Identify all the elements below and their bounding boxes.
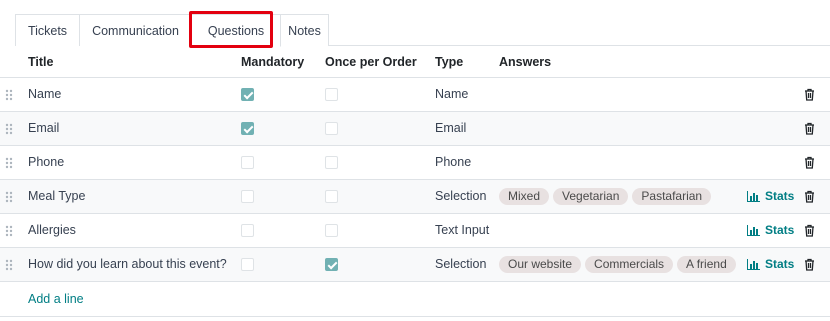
question-type[interactable]: Selection	[435, 248, 486, 281]
trash-icon[interactable]	[804, 88, 815, 101]
mandatory-checkbox[interactable]	[241, 224, 254, 237]
drag-handle-icon[interactable]	[5, 248, 17, 271]
answer-tag[interactable]: Our website	[499, 256, 582, 273]
tab-notes[interactable]: Notes	[281, 14, 329, 46]
once-per-order-checkbox[interactable]	[325, 122, 338, 135]
trash-icon[interactable]	[804, 258, 815, 271]
stats-label: Stats	[765, 257, 795, 271]
bar-chart-icon	[747, 225, 760, 236]
table-row[interactable]: Allergies Text Input Stats	[0, 214, 830, 248]
tab-tickets[interactable]: Tickets	[15, 14, 80, 46]
table-header: Title Mandatory Once per Order Type Answ…	[0, 46, 830, 78]
mandatory-checkbox[interactable]	[241, 190, 254, 203]
drag-handle-icon[interactable]	[5, 214, 17, 237]
answers-tags[interactable]: Our website Commercials A friend	[499, 256, 740, 273]
question-title[interactable]: Phone	[28, 146, 64, 179]
tab-communication[interactable]: Communication	[80, 14, 192, 46]
column-header-title[interactable]: Title	[28, 46, 53, 78]
stats-button[interactable]: Stats	[747, 248, 794, 283]
question-type[interactable]: Name	[435, 78, 468, 111]
answer-tag[interactable]: A friend	[677, 256, 736, 273]
trash-icon[interactable]	[804, 122, 815, 135]
stats-label: Stats	[765, 189, 795, 203]
answer-tag[interactable]: Mixed	[499, 188, 550, 205]
stats-label: Stats	[765, 223, 795, 237]
column-header-type[interactable]: Type	[435, 46, 463, 78]
table-footer-divider	[0, 316, 830, 317]
stats-button[interactable]: Stats	[747, 214, 794, 249]
question-title[interactable]: Meal Type	[28, 180, 85, 213]
questions-table: Title Mandatory Once per Order Type Answ…	[0, 46, 830, 282]
once-per-order-checkbox[interactable]	[325, 224, 338, 237]
trash-icon[interactable]	[804, 224, 815, 237]
table-row[interactable]: Meal Type Selection Mixed Vegetarian Pastafa…	[0, 180, 830, 214]
question-type[interactable]: Text Input	[435, 214, 489, 247]
trash-icon[interactable]	[804, 190, 815, 203]
mandatory-checkbox[interactable]	[241, 88, 254, 101]
notebook-tabs: Tickets Communication Questions Notes	[15, 14, 830, 47]
table-body: Name Name Email Email Phone Phone Meal Type Sel…	[0, 78, 830, 282]
question-title[interactable]: Name	[28, 78, 61, 111]
question-title[interactable]: How did you learn about this event?	[28, 248, 227, 281]
bar-chart-icon	[747, 259, 760, 270]
answer-tag[interactable]: Vegetarian	[553, 188, 629, 205]
answers-tags[interactable]: Mixed Vegetarian Pastafarian	[499, 188, 715, 205]
question-type[interactable]: Selection	[435, 180, 486, 213]
table-row[interactable]: Phone Phone	[0, 146, 830, 180]
tab-questions[interactable]: Questions	[192, 14, 281, 47]
once-per-order-checkbox[interactable]	[325, 156, 338, 169]
column-header-once-per-order[interactable]: Once per Order	[325, 46, 417, 78]
once-per-order-checkbox[interactable]	[325, 258, 338, 271]
table-row[interactable]: Email Email	[0, 112, 830, 146]
question-title[interactable]: Allergies	[28, 214, 76, 247]
table-row[interactable]: Name Name	[0, 78, 830, 112]
drag-handle-icon[interactable]	[5, 78, 17, 101]
question-title[interactable]: Email	[28, 112, 59, 145]
once-per-order-checkbox[interactable]	[325, 88, 338, 101]
answer-tag[interactable]: Commercials	[585, 256, 674, 273]
trash-icon[interactable]	[804, 156, 815, 169]
table-row[interactable]: How did you learn about this event? Selec…	[0, 248, 830, 282]
once-per-order-checkbox[interactable]	[325, 190, 338, 203]
mandatory-checkbox[interactable]	[241, 258, 254, 271]
drag-handle-icon[interactable]	[5, 112, 17, 135]
question-type[interactable]: Email	[435, 112, 466, 145]
question-type[interactable]: Phone	[435, 146, 471, 179]
column-header-mandatory[interactable]: Mandatory	[241, 46, 304, 78]
drag-handle-icon[interactable]	[5, 146, 17, 169]
mandatory-checkbox[interactable]	[241, 122, 254, 135]
drag-handle-icon[interactable]	[5, 180, 17, 203]
add-a-line-link[interactable]: Add a line	[28, 292, 84, 306]
mandatory-checkbox[interactable]	[241, 156, 254, 169]
column-header-answers[interactable]: Answers	[499, 46, 551, 78]
stats-button[interactable]: Stats	[747, 180, 794, 215]
bar-chart-icon	[747, 191, 760, 202]
answer-tag[interactable]: Pastafarian	[632, 188, 712, 205]
